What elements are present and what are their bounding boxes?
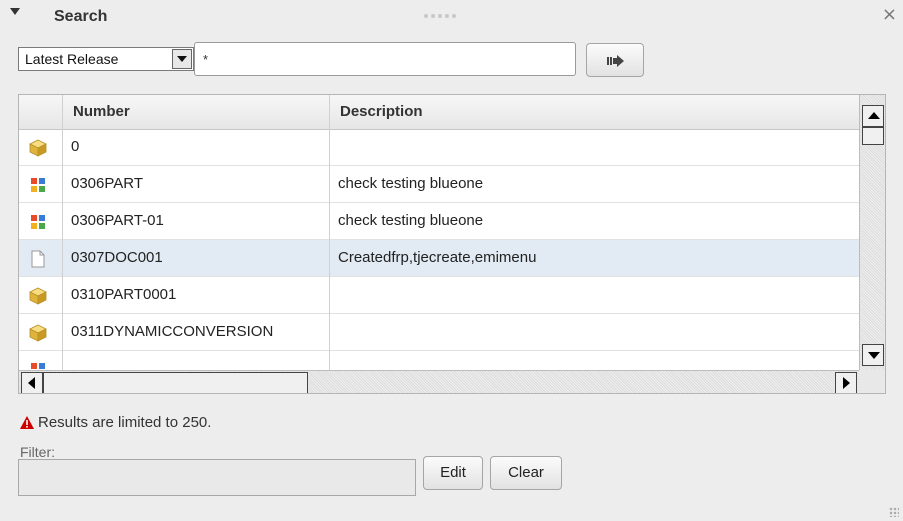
column-divider[interactable] [329,95,330,393]
column-divider [62,95,63,393]
cell-number: 0311DYNAMICCONVERSION [71,323,274,340]
grid-header: Number Description [19,95,859,130]
part-cube-icon [29,324,47,342]
resize-grip-icon[interactable] [889,507,899,517]
scroll-left-button[interactable] [21,372,43,393]
arrow-right-icon [607,55,624,67]
cell-description: check testing blueone [338,175,484,192]
assembly-icon [31,215,45,229]
table-row[interactable]: 0311DYNAMICCONVERSION [19,314,859,351]
search-go-button[interactable] [586,43,644,77]
edit-button[interactable]: Edit [423,456,483,490]
column-header-number[interactable]: Number [63,95,329,129]
cell-description [330,129,859,165]
part-cube-icon [29,287,47,305]
part-cube-icon [29,139,47,157]
limit-message: Results are limited to 250. [38,414,212,431]
scroll-up-button[interactable] [862,105,884,127]
assembly-icon [31,178,45,192]
cell-description: check testing blueone [338,212,484,229]
table-row[interactable]: 0306PART check testing blueone [19,166,859,203]
cell-description [330,314,859,350]
scroll-down-button[interactable] [862,344,884,366]
cell-description: Createdfrp,tjecreate,emimenu [338,249,537,266]
results-limit-notice: Results are limited to 250. [20,414,211,431]
filter-label: Filter: [20,444,55,460]
horizontal-scroll-thumb[interactable] [43,372,308,393]
vertical-scroll-thumb[interactable] [862,127,884,145]
search-input[interactable] [194,42,576,76]
column-header-description[interactable]: Description [330,95,859,129]
clear-button[interactable]: Clear [490,456,562,490]
search-panel: Search × Latest Release Number Descripti… [0,0,903,521]
scrollbar-corner [859,370,885,393]
cell-description [330,277,859,313]
scroll-right-button[interactable] [835,372,857,393]
horizontal-scrollbar[interactable] [19,370,859,393]
cell-number: 0306PART-01 [71,212,164,229]
release-scope-select[interactable]: Latest Release [18,47,194,71]
results-grid: Number Description 0 0306PART check test… [18,94,886,394]
table-row[interactable]: 0310PART0001 [19,277,859,314]
cell-number: 0 [71,138,80,155]
document-icon [31,250,45,268]
table-row[interactable]: 0 [19,129,859,166]
panel-title: Search [54,8,108,25]
table-row-selected[interactable]: 0307DOC001 Createdfrp,tjecreate,emimenu [19,240,859,277]
warning-icon [20,416,34,429]
close-icon[interactable]: × [882,4,897,25]
filter-input[interactable] [18,459,416,496]
table-row[interactable]: 0306PART-01 check testing blueone [19,203,859,240]
cell-number: 0307DOC001 [71,249,163,266]
vertical-scrollbar[interactable] [859,95,885,370]
cell-number: 0310PART0001 [71,286,177,303]
release-scope-value: Latest Release [25,51,119,67]
collapse-arrow-icon[interactable] [10,8,20,15]
chevron-down-icon[interactable] [172,49,192,69]
drag-handle[interactable] [424,14,456,18]
cell-number: 0306PART [71,175,143,192]
